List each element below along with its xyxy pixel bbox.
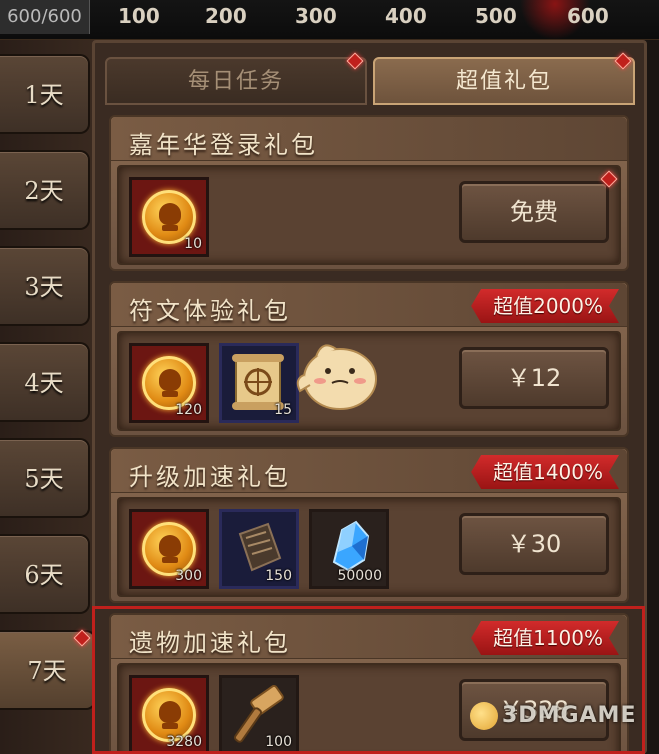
pack-card-levelup: 升级加速礼包 超值1400% 300 150 50000 ￥30 bbox=[109, 447, 629, 603]
buy-rune-pack-button[interactable]: ￥12 bbox=[459, 347, 609, 409]
pack-body: 10 免费 bbox=[117, 165, 621, 265]
pack-title: 升级加速礼包 bbox=[129, 463, 291, 491]
day-tab-label: 3天 bbox=[24, 273, 64, 301]
pack-title: 符文体验礼包 bbox=[129, 297, 291, 325]
day-tab-column: 1天 2天 3天 4天 5天 6天 7天 bbox=[0, 40, 100, 754]
pack-card-relic: 遗物加速礼包 超值1100% 3280 100 ￥328 bbox=[109, 613, 629, 754]
pack-card-login: 嘉年华登录礼包 10 免费 bbox=[109, 115, 629, 271]
reward-quantity: 150 bbox=[265, 568, 292, 584]
claim-free-button[interactable]: 免费 bbox=[459, 181, 609, 243]
reward-quantity: 50000 bbox=[337, 568, 382, 584]
watermark-text: 3DMGAME bbox=[502, 703, 637, 728]
tick-label: 200 bbox=[205, 4, 247, 28]
day-tab-label: 4天 bbox=[24, 369, 64, 397]
pack-body: 300 150 50000 ￥30 bbox=[117, 497, 621, 597]
day-tab-label: 6天 bbox=[24, 561, 64, 589]
reward-slot[interactable]: 300 bbox=[129, 509, 209, 589]
reward-quantity: 15 bbox=[274, 402, 292, 418]
reward-quantity: 10 bbox=[184, 236, 202, 252]
pack-header: 符文体验礼包 超值2000% bbox=[111, 283, 627, 327]
value-badge: 超值1100% bbox=[471, 621, 619, 655]
day-tab-label: 2天 bbox=[24, 177, 64, 205]
pack-header: 升级加速礼包 超值1400% bbox=[111, 449, 627, 493]
reward-slot[interactable]: 10 bbox=[129, 177, 209, 257]
pack-header: 遗物加速礼包 超值1100% bbox=[111, 615, 627, 659]
reward-quantity: 100 bbox=[265, 734, 292, 750]
day-tab-2[interactable]: 2天 bbox=[0, 150, 90, 230]
reward-slot[interactable]: 3280 bbox=[129, 675, 209, 754]
tab-value-packs[interactable]: 超值礼包 bbox=[373, 57, 635, 105]
tick-label: 400 bbox=[385, 4, 427, 28]
pack-list: 嘉年华登录礼包 10 免费 符文体验礼包 超值2000% 120 15 ￥12 … bbox=[109, 115, 629, 754]
reward-slot[interactable]: 100 bbox=[219, 675, 299, 754]
value-badge: 超值2000% bbox=[471, 289, 619, 323]
tick-label: 100 bbox=[118, 4, 160, 28]
day-tab-label: 1天 bbox=[24, 81, 64, 109]
tab-daily-tasks[interactable]: 每日任务 bbox=[105, 57, 367, 105]
tick-label: 600 bbox=[567, 4, 609, 28]
value-badge: 超值1400% bbox=[471, 455, 619, 489]
site-watermark: 3DMGAME bbox=[470, 702, 636, 730]
day-tab-1[interactable]: 1天 bbox=[0, 54, 90, 134]
watermark-logo-icon bbox=[470, 702, 498, 730]
buy-levelup-pack-button[interactable]: ￥30 bbox=[459, 513, 609, 575]
day-tab-3[interactable]: 3天 bbox=[0, 246, 90, 326]
reward-slot[interactable]: 150 bbox=[219, 509, 299, 589]
tick-label: 500 bbox=[475, 4, 517, 28]
hp-readout: 600/600 bbox=[0, 0, 90, 34]
tick-label: 300 bbox=[295, 4, 337, 28]
day-tab-label: 5天 bbox=[24, 465, 64, 493]
day-tab-4[interactable]: 4天 bbox=[0, 342, 90, 422]
mascot-sticker-icon bbox=[296, 344, 377, 410]
pack-title: 嘉年华登录礼包 bbox=[129, 131, 318, 159]
experience-bar: 600/600 100 200 300 400 500 600 bbox=[0, 0, 659, 40]
reward-slot[interactable]: 15 bbox=[219, 343, 299, 423]
day-tab-6[interactable]: 6天 bbox=[0, 534, 90, 614]
pack-title: 遗物加速礼包 bbox=[129, 629, 291, 657]
day-tab-5[interactable]: 5天 bbox=[0, 438, 90, 518]
reward-slot[interactable]: 50000 bbox=[309, 509, 389, 589]
reward-quantity: 3280 bbox=[166, 734, 202, 750]
pack-header: 嘉年华登录礼包 bbox=[111, 117, 627, 161]
reward-quantity: 120 bbox=[175, 402, 202, 418]
reward-quantity: 300 bbox=[175, 568, 202, 584]
reward-slot[interactable]: 120 bbox=[129, 343, 209, 423]
